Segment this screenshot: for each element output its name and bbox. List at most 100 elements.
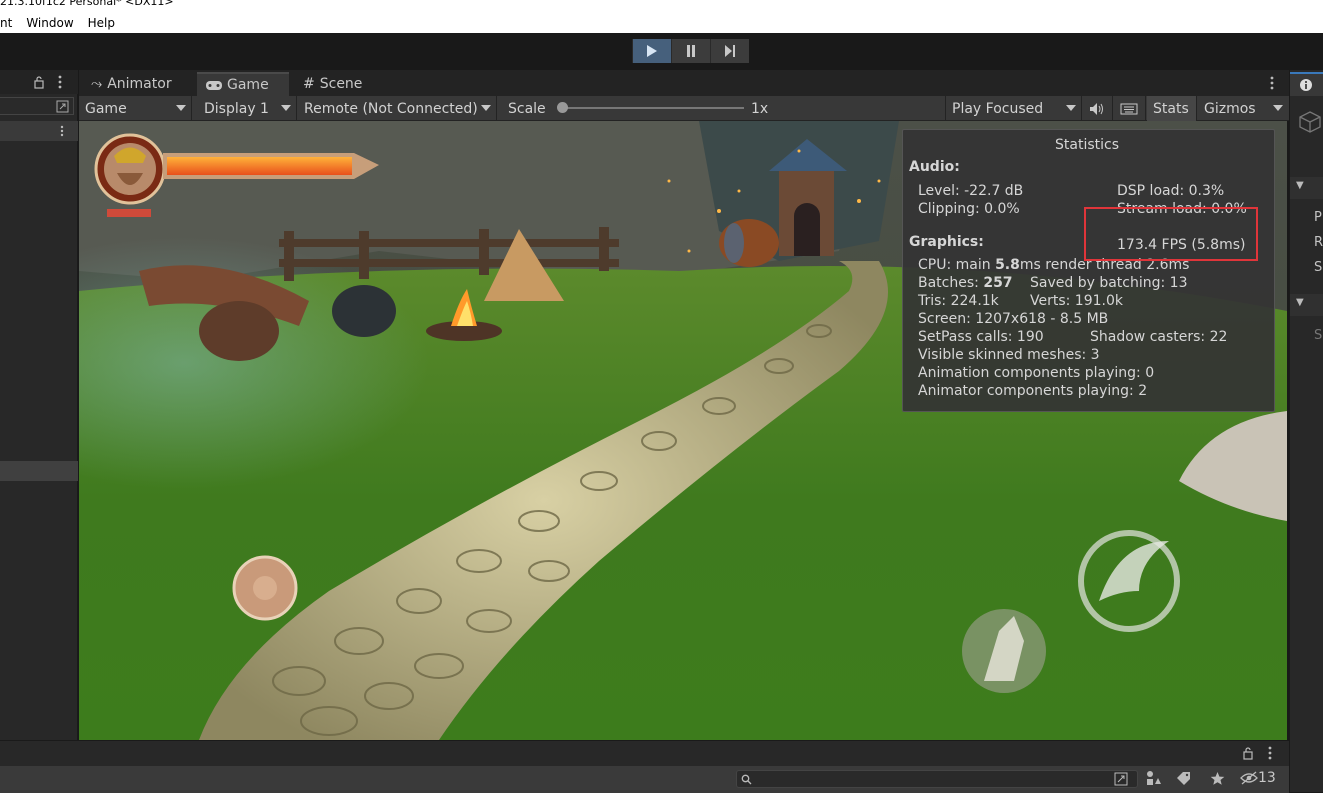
keyboard-icon: [1120, 103, 1138, 114]
lock-icon[interactable]: [1242, 746, 1254, 760]
inspector-section-header[interactable]: ▼: [1290, 294, 1323, 316]
tris-count: Tris: 224.1k: [918, 293, 999, 309]
more-options-icon[interactable]: [60, 125, 64, 137]
speaker-icon: [1090, 102, 1103, 115]
menu-item-window[interactable]: Window: [26, 16, 73, 30]
inspector-tab[interactable]: [1290, 72, 1323, 96]
triangle-down-icon: ▼: [1296, 297, 1304, 308]
search-by-type-icon[interactable]: [1114, 772, 1128, 786]
batches-value: 257: [983, 275, 1013, 291]
scene-row[interactable]: [0, 121, 78, 141]
gamepad-icon: [206, 80, 222, 90]
grid-icon: #: [303, 76, 315, 92]
more-options-icon[interactable]: [58, 75, 62, 89]
graphics-header: Graphics:: [909, 234, 984, 250]
gizmos-dropdown[interactable]: Gizmos: [1198, 96, 1288, 121]
batches-prefix: Batches:: [918, 275, 984, 291]
step-icon: [725, 45, 735, 57]
dsp-load: DSP load: 0.3%: [1117, 183, 1225, 199]
eye-hidden-icon: [1240, 771, 1258, 785]
tab-label: Scene: [319, 76, 363, 92]
setpass-calls: SetPass calls: 190: [918, 329, 1044, 345]
info-icon: [1300, 79, 1312, 91]
inspector-section-header[interactable]: ▼: [1290, 177, 1323, 199]
hierarchy-panel: [0, 70, 78, 740]
cpu-main-value: 5.8: [995, 257, 1020, 273]
display-stats-toggle[interactable]: [1114, 96, 1146, 121]
log-end: [199, 301, 279, 361]
pause-icon: [687, 45, 695, 57]
project-search-input[interactable]: [736, 770, 1138, 788]
chevron-down-icon: [481, 105, 491, 111]
chevron-down-icon: [1273, 105, 1283, 111]
tag-icon[interactable]: [1176, 771, 1191, 786]
visible-skinned-meshes: Visible skinned meshes: 3: [918, 347, 1100, 363]
animator-components: Animator components playing: 2: [918, 383, 1148, 399]
view-tabs: ⤳ Animator Game # Scene: [79, 70, 1289, 96]
tab-label: Animator: [107, 76, 172, 92]
gizmos-label: Gizmos: [1204, 100, 1256, 117]
saved-by-batching: Saved by batching: 13: [1030, 275, 1188, 291]
more-options-icon[interactable]: [1268, 746, 1272, 760]
audio-level: Level: -22.7 dB: [918, 183, 1024, 199]
joystick: [232, 555, 298, 621]
screen-info: Screen: 1207x618 - 8.5 MB: [918, 311, 1109, 327]
menu-item-help[interactable]: Help: [88, 16, 115, 30]
scale-value: 1x: [751, 100, 769, 117]
chevron-down-icon: [281, 105, 291, 111]
game-mode-dropdown[interactable]: Game: [79, 96, 192, 121]
mute-audio-button[interactable]: [1083, 96, 1113, 121]
play-button[interactable]: [632, 39, 671, 63]
tab-label: Game: [227, 77, 269, 93]
hidden-count: 13: [1258, 770, 1276, 786]
dropdown-value: Play Focused: [952, 100, 1044, 117]
inspector-field-label: S: [1314, 260, 1323, 275]
menu-item-component[interactable]: nt: [0, 16, 12, 30]
inspector-field-label: P: [1314, 210, 1322, 225]
game-view-toolbar: Game Display 1 Remote (Not Connected) Sc…: [79, 96, 1289, 121]
menu-bar: nt Window Help: [0, 12, 1323, 33]
search-icon: [741, 774, 752, 785]
filter-type-icon[interactable]: [1145, 770, 1161, 786]
inspector-field-label: R: [1314, 235, 1323, 250]
stats-button[interactable]: Stats: [1147, 96, 1197, 121]
dropdown-value: Display 1: [204, 100, 269, 117]
hidden-packages-toggle[interactable]: 13: [1240, 770, 1276, 786]
hierarchy-header: [0, 70, 78, 94]
window-title: 21.3.10f1c2 Personal* <DX11>: [0, 0, 174, 8]
scale-slider[interactable]: [562, 107, 744, 109]
animator-icon: ⤳: [91, 76, 103, 92]
main-toolbar: [0, 33, 1323, 70]
expand-search-icon[interactable]: [56, 100, 69, 113]
play-mode-dropdown[interactable]: Play Focused: [945, 96, 1082, 121]
cauldron: [332, 285, 396, 337]
tab-animator[interactable]: ⤳ Animator: [83, 72, 180, 96]
cpu-prefix: CPU: main: [918, 257, 996, 273]
shadow-casters: Shadow casters: 22: [1090, 329, 1228, 345]
inspector-panel: ▼ P R S ▼ S: [1289, 70, 1323, 792]
barrel: [719, 219, 779, 267]
audio-header: Audio:: [909, 159, 960, 175]
fog: [79, 201, 779, 561]
scale-control: Scale 1x: [502, 96, 942, 121]
tab-game[interactable]: Game: [197, 72, 289, 96]
triangle-down-icon: ▼: [1296, 180, 1304, 191]
pause-button[interactable]: [671, 39, 710, 63]
animation-components: Animation components playing: 0: [918, 365, 1155, 381]
fps-highlight-box: [1084, 207, 1258, 261]
remote-dropdown[interactable]: Remote (Not Connected): [298, 96, 497, 121]
audio-clipping: Clipping: 0.0%: [918, 201, 1020, 217]
title-bar: 21.3.10f1c2 Personal* <DX11>: [0, 0, 1323, 12]
verts-count: Verts: 191.0k: [1030, 293, 1123, 309]
step-button[interactable]: [710, 39, 749, 63]
more-options-icon[interactable]: [1270, 76, 1274, 90]
hierarchy-search-input[interactable]: [0, 97, 74, 115]
star-icon[interactable]: [1210, 771, 1225, 786]
lock-icon[interactable]: [33, 75, 45, 89]
dropdown-value: Remote (Not Connected): [304, 100, 478, 117]
batches-stats: Batches: 257: [918, 275, 1013, 291]
tab-scene[interactable]: # Scene: [295, 72, 370, 96]
display-dropdown[interactable]: Display 1: [198, 96, 297, 121]
selected-row[interactable]: [0, 461, 78, 481]
scale-slider-handle[interactable]: [557, 102, 568, 113]
